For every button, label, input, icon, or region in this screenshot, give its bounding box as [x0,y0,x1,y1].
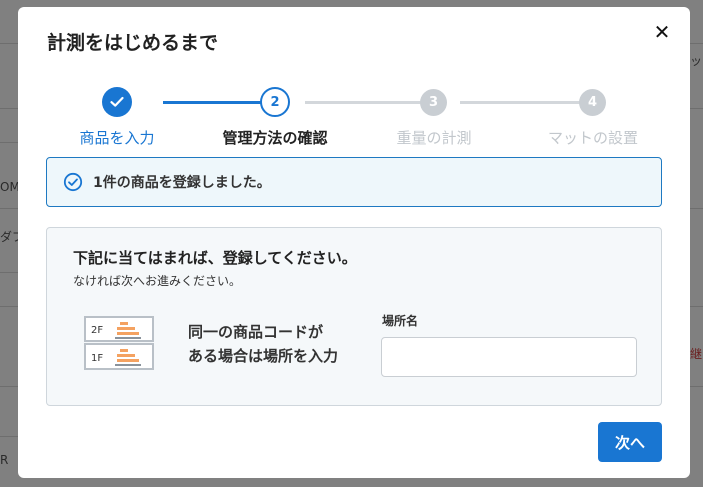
background-divider [0,108,18,109]
step-4-number: 4 [579,89,606,116]
step-2-number: 2 [260,87,290,117]
step-3-label: 重量の計測 [396,129,472,147]
location-panel: 下記に当てはまれば、登録してください。 なければ次へお進みください。 2F 1F… [46,227,662,406]
background-divider [0,142,18,143]
location-name-input[interactable] [381,337,637,377]
next-button[interactable]: 次へ [598,422,662,462]
background-text: ダブ [0,230,18,244]
background-text: R [0,453,9,467]
close-icon[interactable]: ✕ [651,21,673,43]
step-connector [305,101,435,104]
background-divider [0,43,18,44]
alert-message: 1件の商品を登録しました。 [93,175,271,191]
background-divider [0,386,18,387]
step-1-label: 商品を入力 [79,129,155,147]
background-divider [689,43,703,44]
shelf-label-2f: 2F [91,325,103,336]
background-divider [689,208,703,209]
step-4-label: マットの設置 [547,129,639,147]
background-text: 継 [690,347,703,361]
shelf-label-1f: 1F [91,353,103,364]
modal-title: 計測をはじめるまで [47,32,219,54]
progress-stepper: 2 3 4 商品を入力 管理方法の確認 重量の計測 マットの設置 [47,85,677,147]
location-name-label: 場所名 [382,314,419,328]
background-text: ッ [690,54,703,68]
panel-title: 下記に当てはまれば、登録してください。 [73,249,357,267]
background-divider [0,306,18,307]
background-divider [689,108,703,109]
background-divider [689,306,703,307]
background-divider [0,272,18,273]
background-divider [0,436,18,437]
step-3-number: 3 [420,89,447,116]
panel-subtitle: なければ次へお進みください。 [73,274,242,288]
shelf-floors-icon: 2F 1F [84,316,154,370]
feature-description: 同一の商品コードが ある場合は場所を入力 [188,320,338,368]
step-connector [460,101,593,104]
setup-modal: 計測をはじめるまで ✕ 2 3 4 商品を入力 管理方法の確認 重量の計測 マッ… [18,7,690,478]
step-1-check-icon [102,87,132,117]
feature-line: 同一の商品コードが [188,323,324,341]
success-alert: 1件の商品を登録しました。 [46,157,662,207]
step-2-label: 管理方法の確認 [222,129,328,147]
background-divider [689,386,703,387]
check-circle-icon [63,172,83,192]
background-divider [0,208,18,209]
feature-line: ある場合は場所を入力 [188,347,339,365]
background-text: OM [0,180,18,194]
